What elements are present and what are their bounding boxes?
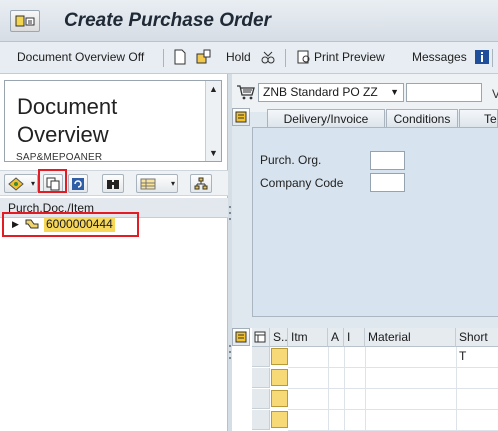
refresh-icon <box>72 178 84 190</box>
tab-delivery-invoice[interactable]: Delivery/Invoice <box>267 109 385 128</box>
toolbar-divider <box>285 49 286 67</box>
document-overview-off-button[interactable]: Document Overview Off <box>17 50 144 64</box>
collapse-icon <box>235 331 247 343</box>
vendor-label: V <box>492 87 498 101</box>
row-status-cell[interactable] <box>271 390 288 407</box>
selection-variant-button[interactable]: ▾ <box>4 174 38 193</box>
purch-org-input[interactable] <box>370 151 405 170</box>
splitter-grip <box>229 351 231 353</box>
messages-button[interactable]: Messages <box>412 50 467 64</box>
column-header-material[interactable]: Material <box>365 328 456 347</box>
print-preview-icon[interactable] <box>296 49 312 65</box>
hold-button[interactable]: Hold <box>226 50 251 64</box>
grid-settings-header[interactable] <box>252 328 270 347</box>
column-header-item-category[interactable]: I <box>344 328 365 347</box>
overview-toolbar: ▾ ▾ <box>0 169 228 196</box>
chevron-down-icon: ▾ <box>30 179 35 188</box>
collapse-items-button[interactable] <box>232 328 250 346</box>
splitter-grip <box>229 206 231 208</box>
highlight-box <box>38 169 67 193</box>
collapse-icon <box>235 111 247 123</box>
toolbar-divider <box>163 49 164 67</box>
splitter-grip <box>229 218 231 220</box>
row-selector[interactable] <box>252 410 270 430</box>
table-settings-icon <box>254 331 266 343</box>
row-selector[interactable] <box>252 389 270 409</box>
grid-row-line <box>288 367 498 368</box>
highlight-box <box>2 212 139 237</box>
new-document-icon[interactable] <box>172 49 188 65</box>
grid-row-line <box>288 409 498 410</box>
toolbar-divider <box>492 49 493 67</box>
tab-conditions[interactable]: Conditions <box>386 109 458 128</box>
tab-texts[interactable]: Te <box>459 109 498 128</box>
scroll-down-icon[interactable]: ▼ <box>208 147 219 159</box>
title-bar: Create Purchase Order <box>0 0 498 42</box>
document-overview-title: Document Overview <box>17 94 118 147</box>
collapse-header-button[interactable] <box>232 108 250 126</box>
po-type-value: ZNB Standard PO ZZ <box>263 85 378 99</box>
grid-row-line <box>288 388 498 389</box>
column-header-item[interactable]: Itm <box>288 328 328 347</box>
document-overview-panel: Document Overview ▲ ▼ SAP&MEPOANER ▾ ▾ P… <box>0 74 228 431</box>
info-icon[interactable] <box>474 49 490 65</box>
grid-column-line <box>344 347 345 431</box>
row-selector[interactable] <box>252 368 270 388</box>
column-header-short-text[interactable]: Short T <box>456 328 498 363</box>
row-status-cell[interactable] <box>271 348 288 365</box>
hierarchy-icon <box>194 177 208 190</box>
page-title: Create Purchase Order <box>64 10 271 31</box>
menu-icon[interactable] <box>10 10 40 32</box>
grid-column-line <box>456 347 457 431</box>
grid-column-line <box>365 347 366 431</box>
splitter-grip <box>229 212 231 214</box>
selection-variant-icon <box>8 177 24 191</box>
vertical-scrollbar[interactable]: ▲ ▼ <box>205 81 221 161</box>
shopping-cart-icon[interactable] <box>236 84 256 100</box>
po-type-select[interactable]: ZNB Standard PO ZZ ▼ <box>258 83 404 102</box>
open-other-icon[interactable] <box>196 49 212 65</box>
find-button[interactable] <box>102 174 124 193</box>
company-code-label: Company Code <box>260 176 344 190</box>
binoculars-icon <box>107 180 119 189</box>
refresh-button[interactable] <box>68 174 88 193</box>
column-header-account-assignment[interactable]: A <box>328 328 344 347</box>
scroll-up-icon[interactable]: ▲ <box>208 83 219 95</box>
row-status-cell[interactable] <box>271 411 288 428</box>
company-code-input[interactable] <box>370 173 405 192</box>
print-preview-button[interactable]: Print Preview <box>314 50 385 64</box>
row-selector[interactable] <box>252 347 270 367</box>
application-toolbar: Document Overview Off Hold Print Preview… <box>0 42 498 74</box>
layout-variant-label: SAP&MEPOANER <box>16 152 103 163</box>
chevron-down-icon[interactable]: ▼ <box>390 84 399 101</box>
layout-grid-icon <box>140 178 156 190</box>
document-overview-box: Document Overview ▲ ▼ <box>4 80 222 162</box>
chevron-down-icon: ▾ <box>170 179 175 188</box>
hierarchy-button[interactable] <box>190 174 212 193</box>
row-status-cell[interactable] <box>271 369 288 386</box>
layout-button[interactable]: ▾ <box>136 174 178 193</box>
purch-org-label: Purch. Org. <box>260 153 322 167</box>
splitter-grip <box>229 345 231 347</box>
grid-column-line <box>328 347 329 431</box>
splitter-grip <box>229 357 231 359</box>
other-purchase-order-icon[interactable] <box>260 49 276 65</box>
column-header-status[interactable]: S.. <box>270 328 288 347</box>
po-number-input[interactable] <box>406 83 482 102</box>
